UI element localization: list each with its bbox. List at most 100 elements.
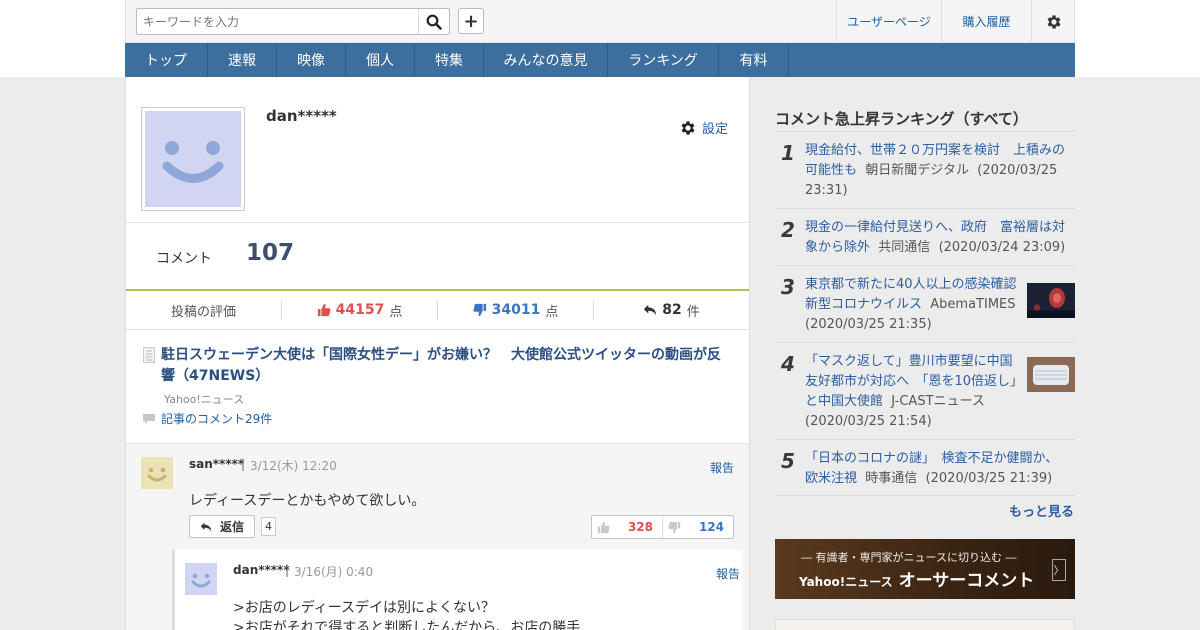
rank-text: 現金給付、世帯２０万円案を検討 上積みの可能性も 朝日新聞デジタル (2020/… xyxy=(805,141,1070,201)
divider xyxy=(775,131,1075,132)
more-link[interactable]: もっと見る xyxy=(1009,501,1074,520)
evaluation-likes: 44157 点 xyxy=(282,291,437,329)
article-comments-link[interactable]: 記事のコメント29件 xyxy=(142,410,272,427)
virus-thumbnail-image[interactable] xyxy=(1027,283,1075,318)
mask-thumbnail-image[interactable] xyxy=(1027,357,1075,392)
rank-number: 3 xyxy=(781,275,795,299)
dislike-button[interactable]: 124 xyxy=(662,516,733,538)
replies-unit: 件 xyxy=(686,304,700,320)
reply-username[interactable]: dan***** xyxy=(233,563,290,577)
divider xyxy=(775,208,1075,209)
likes-unit: 点 xyxy=(389,304,403,320)
main-nav: トップ 速報 映像 個人 特集 みんなの意見 ランキング 有料 xyxy=(125,43,1075,77)
vote-box: 328 124 xyxy=(591,515,734,539)
reply-count-badge: 4 xyxy=(261,517,276,536)
nav-top[interactable]: トップ xyxy=(125,43,208,77)
comment-username[interactable]: san***** xyxy=(189,457,244,471)
document-icon xyxy=(143,347,155,363)
evaluation-replies: 82 件 xyxy=(594,291,749,329)
comment-thread: san***** | 3/12(木) 12:20 報告 レディースデーとかもやめ… xyxy=(126,443,749,630)
profile-avatar xyxy=(141,107,245,211)
header: + ユーザーページ 購入履歴 xyxy=(125,0,1075,43)
nav-video[interactable]: 映像 xyxy=(277,43,346,77)
ranking-title: コメント急上昇ランキング（すべて） xyxy=(775,110,1028,128)
rank-text: 現金の一律給付見送りへ、政府 富裕層は対象から除外 共同通信 (2020/03/… xyxy=(805,218,1070,258)
reply-body-line: >お店のレディースデイは別によくない？ xyxy=(233,600,496,616)
nav-individual[interactable]: 個人 xyxy=(346,43,415,77)
profile-username: dan***** xyxy=(266,107,337,125)
ad-banner-partial[interactable] xyxy=(775,619,1075,630)
rank-source: AbemaTIMES xyxy=(930,297,1016,312)
search-button[interactable] xyxy=(418,9,449,34)
divider xyxy=(775,439,1075,440)
divider xyxy=(775,342,1075,343)
banner-tagline: ― 有識者・専門家がニュースに切り込む ― xyxy=(801,551,1017,564)
reply-button[interactable]: 返信 xyxy=(189,515,255,538)
rank-date: (2020/03/25 21:54) xyxy=(805,414,932,429)
purchase-history-link[interactable]: 購入履歴 xyxy=(941,0,1031,43)
profile-settings-link[interactable]: 設定 xyxy=(679,118,728,137)
comment-count-label: コメント xyxy=(156,251,212,267)
nav-feature[interactable]: 特集 xyxy=(415,43,484,77)
rank-number: 2 xyxy=(781,218,795,242)
reply-report-link[interactable]: 報告 xyxy=(716,565,740,582)
article-title-link[interactable]: 駐日スウェーデン大使は「国際女性デー」がお嫌い？ 大使館公式ツイッターの動画が反… xyxy=(161,345,731,387)
search-input[interactable] xyxy=(137,9,419,34)
reply-separator: | xyxy=(285,563,290,577)
thumbs-up-icon xyxy=(317,303,331,317)
comment-date: 3/12(木) 12:20 xyxy=(250,459,337,473)
rank-text: 「マスク返して」豊川市要望に中国友好都市が対応へ 「恩を10倍返し」と中国大使館… xyxy=(805,352,1020,432)
reply-item: dan***** | 3/16(月) 0:40 報告 >お店のレディースデイは別… xyxy=(172,550,742,630)
rank-source: 共同通信 xyxy=(878,240,931,255)
rank-number: 5 xyxy=(781,449,795,473)
rank-text: 「日本のコロナの謎」 検査不足か健闘か、欧米注視 時事通信 (2020/03/2… xyxy=(805,449,1070,489)
rank-source: J-CASTニュース xyxy=(891,394,985,409)
comment-count: 107 xyxy=(246,240,295,266)
thumbs-up-icon xyxy=(597,521,610,533)
reply-label: 返信 xyxy=(219,520,244,534)
rank-source: 朝日新聞デジタル xyxy=(865,163,970,178)
report-link[interactable]: 報告 xyxy=(710,459,734,476)
like-count: 328 xyxy=(627,520,653,534)
settings-label: 設定 xyxy=(702,122,729,137)
settings-gear-button[interactable] xyxy=(1031,0,1075,43)
divider xyxy=(775,495,1075,496)
banner-title: オーサーコメント xyxy=(898,571,1035,591)
nav-ranking[interactable]: ランキング xyxy=(608,43,719,77)
speech-bubble-icon xyxy=(143,413,155,424)
plus-icon: + xyxy=(463,10,479,32)
author-comment-banner[interactable]: ― 有識者・専門家がニュースに切り込む ― Yahoo!ニュース オーサーコメン… xyxy=(775,539,1075,599)
likes-total: 44157 xyxy=(335,302,385,318)
commenter-avatar xyxy=(141,457,173,489)
divider xyxy=(126,222,749,223)
reply-body-line: >お店がそれで得すると判断したんだから、お店の勝手 xyxy=(233,620,581,630)
article-block: 駐日スウェーデン大使は「国際女性デー」がお嫌い？ 大使館公式ツイッターの動画が反… xyxy=(126,330,749,443)
reply-arrow-icon xyxy=(200,522,212,531)
profile-main: dan***** 設定 コメント 107 投稿の評価 44157 点 34011… xyxy=(125,77,750,630)
add-button[interactable]: + xyxy=(458,8,484,34)
like-button[interactable]: 328 xyxy=(592,516,662,538)
replies-total: 82 xyxy=(662,302,682,318)
rank-date: (2020/03/25 21:35) xyxy=(805,317,932,332)
search-icon xyxy=(426,14,442,30)
thumbs-down-icon xyxy=(668,521,681,533)
gear-icon xyxy=(681,120,695,135)
rank-number: 1 xyxy=(781,141,795,165)
banner-brand: Yahoo!ニュース xyxy=(799,575,893,589)
article-source: Yahoo!ニュース xyxy=(164,393,245,406)
gear-icon xyxy=(1047,14,1061,29)
rank-source: 時事通信 xyxy=(865,471,918,486)
thumbs-down-icon xyxy=(473,303,486,317)
nav-opinions[interactable]: みんなの意見 xyxy=(484,43,608,77)
banner-heading: Yahoo!ニュース オーサーコメント xyxy=(799,566,1034,591)
dislike-count: 124 xyxy=(698,520,724,534)
reply-arrow-icon xyxy=(644,304,657,316)
dislikes-total: 34011 xyxy=(491,302,541,318)
chevron-right-icon: 〉 xyxy=(1052,559,1066,581)
nav-breaking[interactable]: 速報 xyxy=(208,43,277,77)
evaluation-label: 投稿の評価 xyxy=(170,304,236,320)
article-comments-label: 記事のコメント29件 xyxy=(161,412,273,426)
nav-paid[interactable]: 有料 xyxy=(719,43,789,77)
rank-date: (2020/03/24 23:09) xyxy=(938,240,1066,255)
user-page-link[interactable]: ユーザーページ xyxy=(836,0,941,43)
